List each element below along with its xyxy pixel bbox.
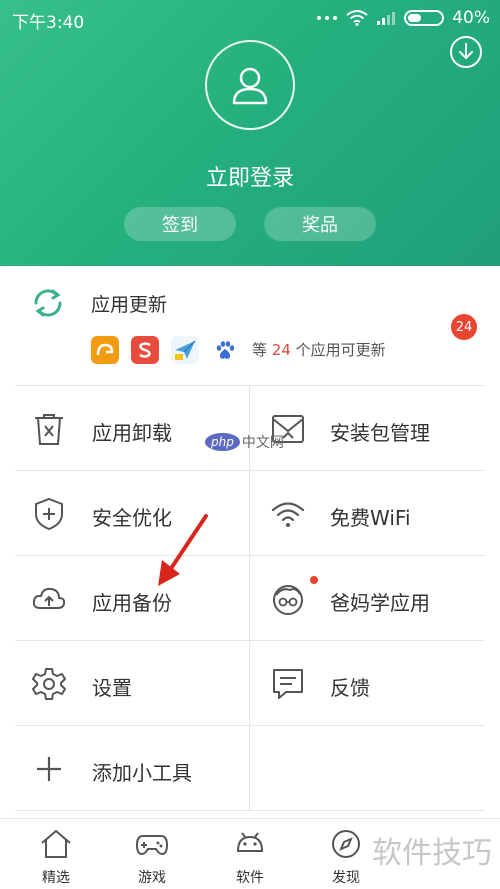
face-icon (273, 585, 303, 615)
chat-icon (273, 669, 303, 699)
cloud-upload-icon (32, 587, 66, 609)
grid-row: 应用卸载 安装包管理 (15, 386, 485, 471)
wifi-icon (271, 502, 305, 527)
refresh-icon (34, 289, 62, 317)
status-icons: 40% (316, 8, 490, 28)
package-manager-item[interactable]: 安装包管理 (250, 386, 485, 471)
php-watermark: php 中文网 (205, 432, 284, 452)
prize-button[interactable]: 奖品 (264, 207, 376, 241)
wifi-status-icon (346, 10, 368, 26)
status-time: 下午3:40 (12, 13, 85, 33)
add-widget-label: 添加小工具 (92, 761, 192, 785)
android-icon (236, 832, 264, 852)
update-title: 应用更新 (91, 294, 168, 316)
status-bar: 下午3:40 40% (0, 0, 500, 36)
shield-icon (35, 497, 63, 531)
avatar[interactable] (205, 40, 295, 130)
sign-in-button[interactable]: 签到 (124, 207, 236, 241)
package-manager-label: 安装包管理 (330, 421, 430, 445)
grid-row: 设置 反馈 (15, 641, 485, 726)
php-watermark-text: 中文网 (241, 435, 284, 451)
battery-icon (404, 10, 445, 26)
user-icon (232, 67, 268, 105)
uninstall-item[interactable]: 应用卸载 (15, 386, 250, 471)
nav-games[interactable]: 游戏 (112, 827, 192, 887)
download-button[interactable] (450, 36, 482, 68)
parents-learn-label: 爸妈学应用 (330, 591, 430, 615)
settings-label: 设置 (92, 676, 132, 700)
plus-icon (37, 757, 61, 781)
signal-dots-icon (317, 16, 338, 20)
paper-plane-icon (171, 336, 199, 364)
update-count-prefix: 等 (252, 341, 268, 359)
grid-row: 添加小工具 (15, 726, 485, 811)
nav-software-label: 软件 (236, 870, 264, 886)
free-wifi-item[interactable]: 免费WiFi (250, 471, 485, 556)
baidu-icon (211, 336, 239, 364)
discover-icon (332, 830, 360, 858)
parents-learn-item[interactable]: 爸妈学应用 (250, 556, 485, 641)
feedback-label: 反馈 (330, 676, 370, 700)
gear-icon (32, 668, 66, 700)
grid-row: 应用备份 爸妈学应用 (15, 556, 485, 641)
update-badge: 24 (451, 314, 477, 340)
nav-games-label: 游戏 (138, 870, 166, 886)
header: 下午3:40 40% 立即登录 签到 奖品 (0, 0, 500, 266)
battery-percent: 40% (452, 8, 490, 28)
tips-watermark: 软件技巧 (372, 836, 492, 871)
nav-featured[interactable]: 精选 (16, 827, 96, 887)
settings-item[interactable]: 设置 (15, 641, 250, 726)
download-arrow-icon (459, 43, 473, 59)
uc-browser-icon (91, 336, 119, 364)
app-update-section[interactable]: 应用更新 等 24 个应用可更新 24 (15, 266, 485, 386)
uninstall-label: 应用卸载 (92, 421, 172, 445)
feedback-item[interactable]: 反馈 (250, 641, 485, 726)
trash-icon (35, 414, 63, 445)
update-count-number: 24 (271, 341, 291, 359)
login-link[interactable]: 立即登录 (0, 160, 500, 192)
update-count-text: 等 24 个应用可更新 (252, 339, 386, 360)
gamepad-icon (135, 835, 169, 856)
php-logo: php (205, 433, 240, 451)
annotation-arrow-icon (158, 514, 208, 586)
update-count-suffix: 个应用可更新 (295, 341, 386, 359)
grid-row: 安全优化 免费WiFi (15, 471, 485, 556)
sogou-icon (131, 336, 159, 364)
home-icon (41, 830, 71, 858)
new-dot (310, 576, 318, 584)
update-app-icons (91, 336, 239, 364)
nav-software[interactable]: 软件 (210, 827, 290, 887)
nav-featured-label: 精选 (42, 870, 70, 886)
cell-signal-icon (377, 12, 396, 25)
free-wifi-label: 免费WiFi (330, 506, 411, 530)
add-widget-item[interactable]: 添加小工具 (15, 726, 250, 811)
